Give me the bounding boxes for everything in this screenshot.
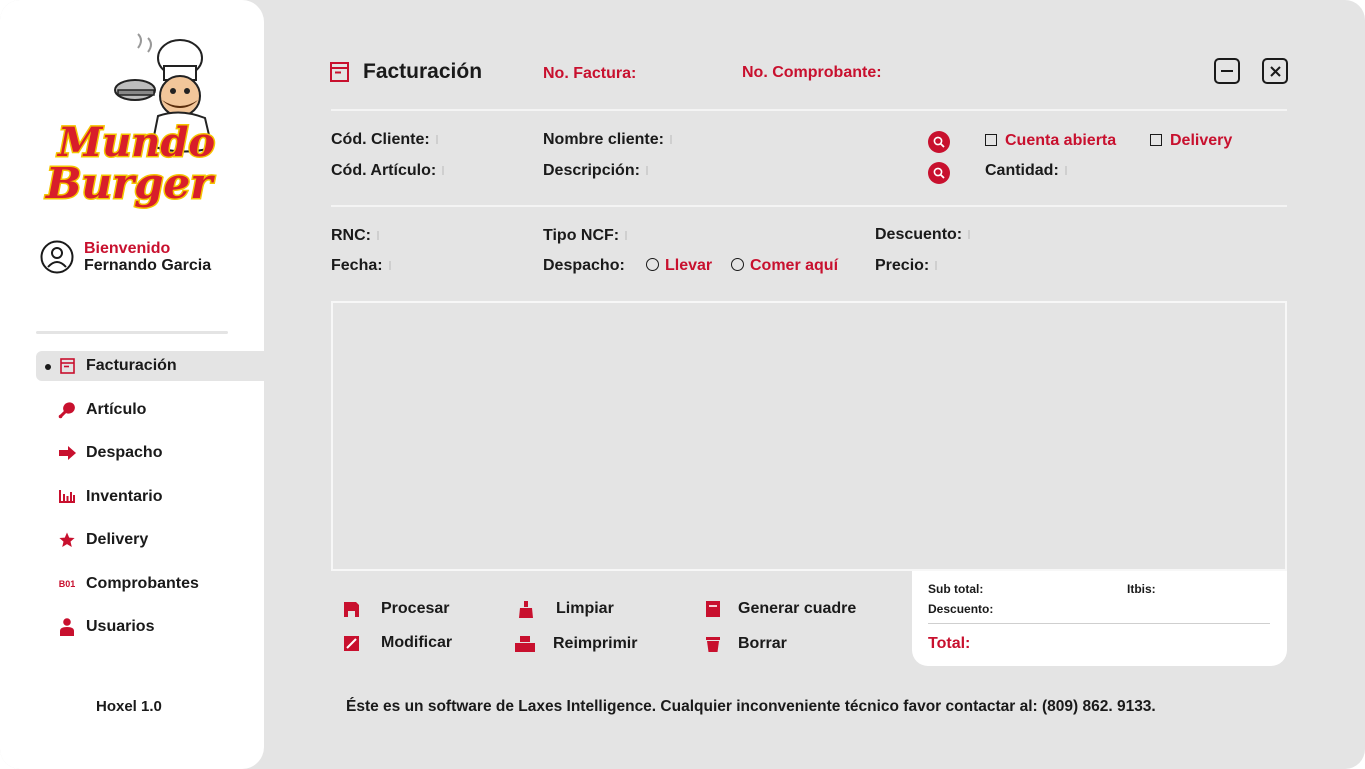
close-icon xyxy=(1269,65,1281,77)
sidebar-item-label: Comprobantes xyxy=(86,574,199,592)
invoice-items-table[interactable] xyxy=(331,301,1287,571)
sidebar-item-label: Facturación xyxy=(86,357,177,374)
sidebar: Mundo Burger Bienvenido Fernando Garcia xyxy=(0,0,264,769)
dispatch-label: Despacho: xyxy=(543,257,625,274)
save-icon xyxy=(343,601,359,617)
sidebar-item-comprobantes[interactable]: B01 Comprobantes xyxy=(36,569,264,599)
invoice-number-label: No. Factura: xyxy=(543,65,637,82)
open-account-checkbox[interactable]: Cuenta abierta xyxy=(985,132,1116,150)
sidebar-item-facturacion[interactable]: Facturación xyxy=(36,351,264,381)
minimize-button[interactable] xyxy=(1214,58,1240,84)
generate-report-button[interactable]: Generar cuadre xyxy=(705,600,856,618)
sidebar-item-label: Inventario xyxy=(86,487,163,505)
sidebar-divider xyxy=(36,331,228,334)
minimize-icon xyxy=(1221,70,1233,72)
article-code-field[interactable]: Cód. Artículo: xyxy=(331,162,445,180)
sidebar-item-inventario[interactable]: Inventario xyxy=(36,482,264,512)
rnc-field[interactable]: RNC: xyxy=(331,227,379,245)
search-icon xyxy=(933,136,945,148)
quantity-field[interactable]: Cantidad: xyxy=(985,162,1067,180)
itbis-label: Itbis: xyxy=(1127,582,1156,596)
user-icon xyxy=(58,618,76,636)
radio-icon xyxy=(646,258,659,271)
mundo-burger-logo: Mundo Burger xyxy=(40,28,225,213)
search-client-button[interactable] xyxy=(928,131,950,153)
totals-panel: Sub total: Itbis: Descuento: Total: xyxy=(912,571,1287,666)
app-version: Hoxel 1.0 xyxy=(96,698,162,715)
star-icon xyxy=(58,531,76,549)
checkbox-icon xyxy=(1150,134,1162,146)
svg-text:Burger: Burger xyxy=(45,159,215,208)
take-away-radio[interactable]: Llevar xyxy=(646,257,712,275)
search-icon xyxy=(933,167,945,179)
price-field[interactable]: Precio: xyxy=(875,257,938,275)
delete-button[interactable]: Borrar xyxy=(705,635,787,653)
page-title-text: Facturación xyxy=(363,60,483,83)
voucher-number-label: No. Comprobante: xyxy=(742,64,882,81)
sidebar-item-label: Artículo xyxy=(86,400,147,418)
sidebar-item-delivery[interactable]: Delivery xyxy=(36,525,264,555)
report-icon xyxy=(705,601,721,617)
welcome-block: Bienvenido Fernando Garcia xyxy=(40,240,211,274)
client-code-field[interactable]: Cód. Cliente: xyxy=(331,131,438,149)
b01-icon: B01 xyxy=(58,578,76,589)
header-divider xyxy=(331,109,1287,111)
reprint-button[interactable]: Reimprimir xyxy=(515,635,637,653)
arrow-right-icon xyxy=(58,444,76,462)
ncf-type-field[interactable]: Tipo NCF: xyxy=(543,227,628,245)
active-indicator xyxy=(45,364,51,370)
page-title: Facturación xyxy=(330,60,482,84)
trash-icon xyxy=(705,636,721,652)
description-field[interactable]: Descripción: xyxy=(543,162,648,180)
user-name: Fernando Garcia xyxy=(84,257,212,274)
footer-support-text: Éste es un software de Laxes Intelligenc… xyxy=(346,698,1156,715)
total-label: Total: xyxy=(928,635,971,652)
welcome-greeting: Bienvenido xyxy=(84,240,171,257)
search-article-button[interactable] xyxy=(928,162,950,184)
radio-icon xyxy=(731,258,744,271)
edit-icon xyxy=(343,635,359,651)
invoice-icon xyxy=(330,62,349,82)
sidebar-item-usuarios[interactable]: Usuarios xyxy=(36,612,264,642)
checkbox-icon xyxy=(985,134,997,146)
modify-button[interactable]: Modificar xyxy=(343,634,452,652)
sidebar-nav: Facturación Artículo Despacho Inventario xyxy=(36,351,264,656)
sidebar-item-label: Usuarios xyxy=(86,618,155,635)
totals-divider xyxy=(928,623,1270,624)
invoice-icon xyxy=(58,357,76,375)
subtotal-label: Sub total: xyxy=(928,582,984,596)
clear-button[interactable]: Limpiar xyxy=(518,600,614,618)
bar-chart-icon xyxy=(58,488,76,506)
discount-field[interactable]: Descuento: xyxy=(875,226,971,244)
delivery-checkbox[interactable]: Delivery xyxy=(1150,132,1232,150)
eat-here-radio[interactable]: Comer aquí xyxy=(731,257,838,275)
form-divider xyxy=(331,205,1287,207)
totals-discount-label: Descuento: xyxy=(928,602,994,616)
app-window: Mundo Burger Bienvenido Fernando Garcia xyxy=(0,0,1365,769)
sidebar-item-despacho[interactable]: Despacho xyxy=(36,438,264,468)
user-avatar-icon xyxy=(40,240,74,274)
drumstick-icon xyxy=(58,401,76,419)
sidebar-item-label: Despacho xyxy=(86,444,163,461)
sidebar-item-articulo[interactable]: Artículo xyxy=(36,395,264,425)
sidebar-item-label: Delivery xyxy=(86,531,149,548)
client-name-field[interactable]: Nombre cliente: xyxy=(543,131,672,149)
broom-icon xyxy=(518,600,534,618)
printer-icon xyxy=(515,636,535,652)
date-field[interactable]: Fecha: xyxy=(331,257,391,275)
process-button[interactable]: Procesar xyxy=(343,600,450,618)
close-button[interactable] xyxy=(1262,58,1288,84)
